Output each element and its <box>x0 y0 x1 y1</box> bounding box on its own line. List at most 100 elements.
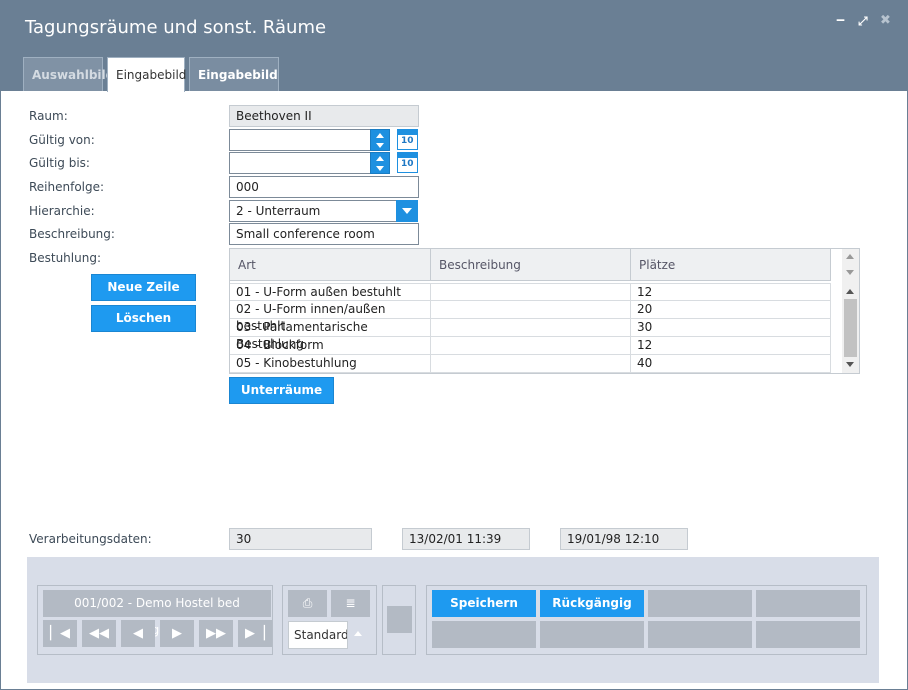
gueltig-bis-spinner[interactable] <box>370 152 390 174</box>
verarbeitungsdaten-label: Verarbeitungsdaten: <box>29 532 152 546</box>
fast-back-button[interactable]: ◀◀ <box>82 620 116 647</box>
cell-plaetze[interactable]: 20 <box>631 301 831 319</box>
gueltig-bis-label: Gültig bis: <box>29 156 90 170</box>
misc-group <box>382 585 416 655</box>
spin-up-icon[interactable] <box>376 133 384 138</box>
cell-beschreibung[interactable] <box>431 301 631 319</box>
calendar-icon[interactable]: 10 <box>397 152 418 173</box>
scroll-down-icon[interactable] <box>846 270 854 275</box>
fast-forward-icon: ▶▶ <box>206 626 226 641</box>
chevron-up-icon[interactable] <box>354 631 362 636</box>
hierarchie-select[interactable]: 2 - Unterraum <box>229 200 397 222</box>
last-record-button[interactable]: ▶▕ <box>238 620 272 647</box>
grid-scrollbar[interactable] <box>842 249 859 373</box>
spin-up-icon[interactable] <box>376 156 384 161</box>
fast-forward-button[interactable]: ▶▶ <box>199 620 233 647</box>
tab-auswahlbild[interactable]: Auswahlbild <box>23 57 114 91</box>
gueltig-von-field[interactable] <box>229 129 371 151</box>
cell-beschreibung[interactable] <box>431 319 631 337</box>
beschreibung-label: Beschreibung: <box>29 227 115 241</box>
cell-art[interactable]: 05 - Kinobestuhlung <box>230 355 431 373</box>
reihenfolge-label: Reihenfolge: <box>29 180 105 194</box>
neue-zeile-button[interactable]: Neue Zeile <box>91 274 196 301</box>
tab-eingabebild[interactable]: Eingabebild <box>107 57 186 92</box>
close-icon[interactable]: ✖ <box>880 13 891 28</box>
scroll-up-icon[interactable] <box>846 289 854 294</box>
report-select[interactable]: Standardli <box>288 621 348 649</box>
scrollbar-thumb[interactable] <box>844 299 857 357</box>
grid-header: Art Beschreibung Plätze <box>230 249 831 281</box>
record-info: 001/002 - Demo Hostel bed categories <box>43 590 271 637</box>
table-row[interactable]: 01 - U-Form außen bestuhlt 12 <box>230 283 831 302</box>
bestuhlung-grid: Art Beschreibung Plätze 01 - U-Form auße… <box>229 248 860 374</box>
unterraeume-button[interactable]: Unterräume <box>229 377 334 404</box>
spin-down-icon[interactable] <box>376 166 384 171</box>
cell-plaetze[interactable]: 12 <box>631 284 831 302</box>
calendar-day: 10 <box>401 159 414 169</box>
table-row[interactable]: 03 - Parlamentarische Bestuhlung 30 <box>230 319 831 351</box>
reihenfolge-field[interactable]: 000 <box>229 176 419 198</box>
first-icon: ▏◀ <box>50 626 70 641</box>
cell-beschreibung[interactable] <box>431 284 631 302</box>
action-slot-6[interactable] <box>540 621 644 648</box>
processing-value-1: 30 <box>229 528 372 550</box>
save-button[interactable]: Speichern <box>432 590 536 617</box>
cell-plaetze[interactable]: 40 <box>631 355 831 373</box>
gueltig-von-spinner[interactable] <box>370 129 390 151</box>
first-record-button[interactable]: ▏◀ <box>43 620 77 647</box>
printer-icon: ⎙ <box>302 596 313 610</box>
print-button[interactable]: ⎙ <box>288 590 327 617</box>
cell-art[interactable]: 03 - Parlamentarische Bestuhlung <box>230 319 431 351</box>
scroll-down-icon[interactable] <box>846 362 854 367</box>
table-row[interactable]: 04 - Blockform 12 <box>230 337 831 355</box>
table-row[interactable]: 02 - U-Form innen/außen bestuhlt 20 <box>230 301 831 333</box>
minimize-icon[interactable]: ‒ <box>836 13 845 28</box>
previous-record-button[interactable]: ◀ <box>121 620 155 647</box>
misc-button[interactable] <box>387 606 412 633</box>
document-icon: ≣ <box>345 596 356 610</box>
scroll-up-icon[interactable] <box>846 254 854 259</box>
cell-art[interactable]: 02 - U-Form innen/außen bestuhlt <box>230 301 431 333</box>
column-header-beschreibung[interactable]: Beschreibung <box>431 249 631 281</box>
spin-down-icon[interactable] <box>376 143 384 148</box>
action-slot-5[interactable] <box>432 621 536 648</box>
window-title: Tagungsräume und sonst. Räume <box>25 17 327 38</box>
tab-eingabebild-2[interactable]: Eingabebild 2 <box>189 57 279 116</box>
next-record-button[interactable]: ▶ <box>160 620 194 647</box>
calendar-day: 10 <box>401 136 414 146</box>
raum-label: Raum: <box>29 109 68 123</box>
gueltig-bis-field[interactable] <box>229 152 371 174</box>
column-header-art[interactable]: Art <box>230 249 431 281</box>
hierarchie-dropdown-button[interactable] <box>396 200 418 222</box>
hierarchie-label: Hierarchie: <box>29 204 95 218</box>
last-icon: ▶▕ <box>245 626 265 641</box>
export-button[interactable]: ≣ <box>331 590 370 617</box>
gueltig-von-label: Gültig von: <box>29 133 95 147</box>
column-header-plaetze[interactable]: Plätze <box>631 249 831 281</box>
action-slot-7[interactable] <box>648 621 752 648</box>
action-slot-4[interactable] <box>756 590 860 617</box>
cell-plaetze[interactable]: 30 <box>631 319 831 337</box>
action-group: Speichern Rückgängig <box>426 585 867 655</box>
calendar-icon[interactable]: 10 <box>397 129 418 150</box>
beschreibung-field[interactable]: Small conference room <box>229 223 419 245</box>
action-slot-8[interactable] <box>756 621 860 648</box>
next-icon: ▶ <box>172 626 182 641</box>
cell-beschreibung[interactable] <box>431 337 631 355</box>
cell-plaetze[interactable]: 12 <box>631 337 831 355</box>
cell-beschreibung[interactable] <box>431 355 631 373</box>
previous-icon: ◀ <box>133 626 143 641</box>
maximize-icon[interactable]: ⤢ <box>858 14 868 29</box>
action-slot-3[interactable] <box>648 590 752 617</box>
title-bar: Tagungsräume und sonst. Räume ‒ ⤢ ✖ Ausw… <box>1 1 907 116</box>
table-row[interactable]: 05 - Kinobestuhlung 40 <box>230 355 831 373</box>
undo-button[interactable]: Rückgängig <box>540 590 644 617</box>
loeschen-button[interactable]: Löschen <box>91 305 196 332</box>
footer-toolbar: 001/002 - Demo Hostel bed categories ▏◀ … <box>27 557 879 683</box>
processing-value-3: 19/01/98 12:10 <box>560 528 688 550</box>
rewind-icon: ◀◀ <box>89 626 109 641</box>
print-group: ⎙ ≣ Standardli <box>282 585 377 655</box>
raum-field: Beethoven II <box>229 105 419 127</box>
cell-art[interactable]: 04 - Blockform <box>230 337 431 355</box>
cell-art[interactable]: 01 - U-Form außen bestuhlt <box>230 284 431 302</box>
